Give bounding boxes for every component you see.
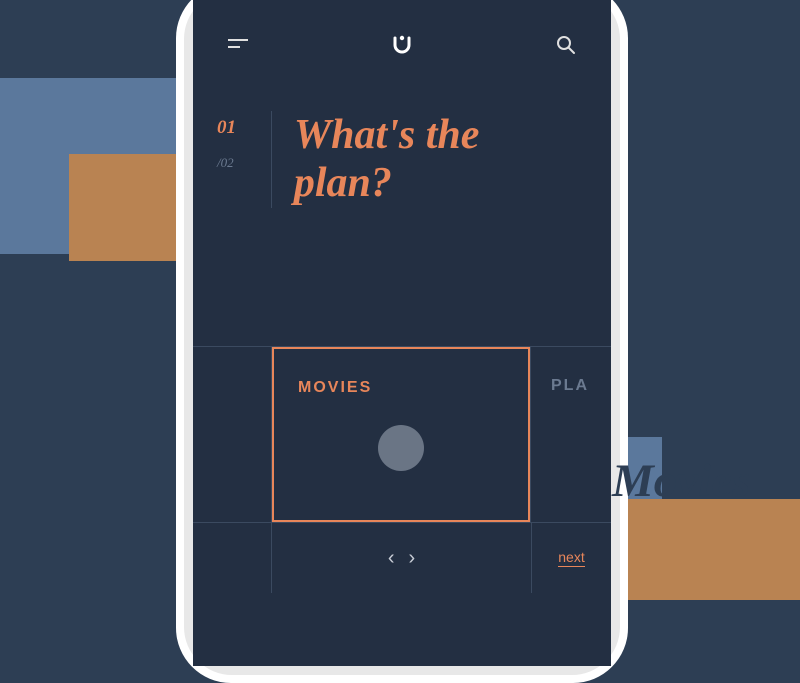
- step-indicator: 01 /02: [217, 111, 272, 208]
- app-logo: [391, 34, 413, 56]
- carousel-arrows: ‹ ›: [272, 523, 531, 593]
- menu-icon[interactable]: [228, 39, 248, 51]
- carousel-spacer: [193, 347, 272, 522]
- phone-bezel: 01 /02 What's the plan? MOVIES PLA ‹: [184, 0, 620, 675]
- bg-category-label: Movies: [612, 454, 750, 508]
- search-icon[interactable]: [556, 35, 576, 55]
- card-indicator-dot: [378, 425, 424, 471]
- next-button[interactable]: next: [531, 523, 611, 593]
- phone-screen: 01 /02 What's the plan? MOVIES PLA ‹: [193, 0, 611, 666]
- bg-block-brown-small: [69, 154, 176, 261]
- prev-arrow[interactable]: ‹: [388, 547, 395, 570]
- step-current: 01: [217, 117, 271, 139]
- category-card-selected[interactable]: MOVIES: [272, 347, 530, 522]
- next-arrow[interactable]: ›: [409, 547, 416, 570]
- category-card-label: MOVIES: [298, 379, 372, 397]
- content: 01 /02 What's the plan?: [193, 56, 611, 208]
- header: [193, 0, 611, 56]
- category-card-peek[interactable]: PLA: [530, 347, 611, 522]
- phone-frame: 01 /02 What's the plan? MOVIES PLA ‹: [176, 0, 628, 683]
- step-total: /02: [217, 155, 271, 171]
- footer-spacer: [193, 523, 272, 593]
- page-heading: What's the plan?: [272, 111, 587, 208]
- next-button-label: next: [558, 549, 584, 567]
- category-carousel[interactable]: MOVIES PLA: [193, 346, 611, 523]
- category-card-peek-label: PLA: [551, 377, 589, 394]
- footer: ‹ › next: [193, 523, 611, 593]
